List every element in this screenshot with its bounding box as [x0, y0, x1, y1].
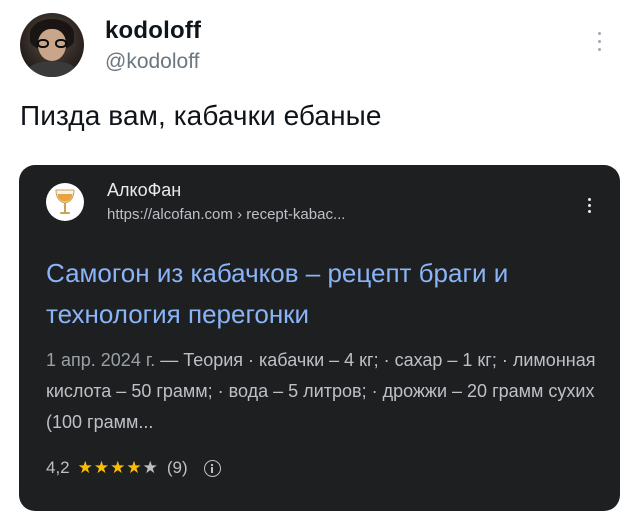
- result-date: 1 апр. 2024 г.: [46, 350, 156, 370]
- site-url[interactable]: https://alcofan.com › recept-kabac...: [107, 206, 345, 223]
- site-name: АлкоФан: [107, 180, 182, 200]
- result-more-options-icon[interactable]: [588, 198, 592, 218]
- avatar[interactable]: [20, 13, 84, 77]
- search-result-card[interactable]: АлкоФан https://alcofan.com › recept-kab…: [19, 165, 620, 511]
- author-handle[interactable]: @kodoloff: [105, 50, 200, 74]
- more-options-icon[interactable]: [598, 32, 602, 56]
- tweet-text: Пизда вам, кабачки ебаные: [20, 100, 382, 131]
- rating-value: 4,2: [46, 458, 70, 477]
- avatar-body: [26, 61, 78, 77]
- avatar-glasses: [37, 39, 67, 48]
- star-empty-icon: ★: [142, 458, 159, 477]
- rating-stars: ★★★★★: [78, 458, 159, 478]
- author-display-name[interactable]: kodoloff: [105, 17, 201, 45]
- info-icon[interactable]: [203, 459, 221, 477]
- star-full-icons: ★★★★: [77, 458, 143, 477]
- result-snippet: 1 апр. 2024 г. — Теория · кабачки – 4 кг…: [46, 345, 606, 438]
- wine-glass-icon: [46, 183, 84, 221]
- result-title-link[interactable]: Самогон из кабачков – рецепт браги и тех…: [46, 253, 606, 335]
- rating-count: (9): [166, 458, 188, 477]
- tweet-post: kodoloff @kodoloff Пизда вам, кабачки еб…: [0, 0, 640, 525]
- rating-row: 4,2 ★★★★★ (9): [46, 456, 221, 480]
